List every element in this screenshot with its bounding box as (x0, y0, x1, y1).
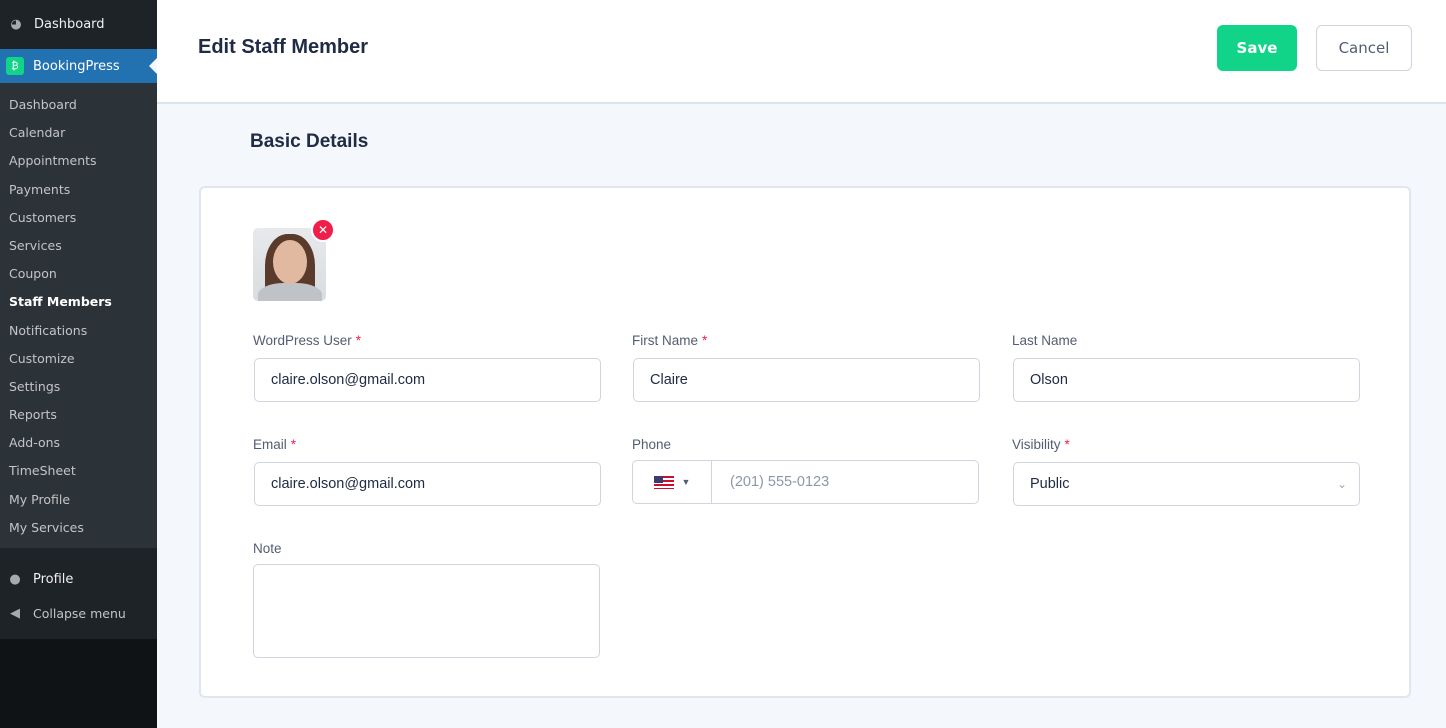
avatar-shoulders (258, 283, 322, 301)
collapse-menu-button[interactable]: ◀ Collapse menu (0, 596, 157, 630)
phone-field: ▼ (201) 555-0123 (632, 460, 979, 504)
submenu-item[interactable]: My Services (0, 514, 157, 542)
submenu-item-current[interactable]: Staff Members (0, 288, 157, 316)
last-name-input[interactable]: Olson (1013, 358, 1360, 402)
visibility-label: Visibility * (1012, 437, 1070, 452)
note-textarea[interactable] (253, 564, 600, 658)
save-button[interactable]: Save (1217, 25, 1297, 71)
submenu-item[interactable]: Add-ons (0, 429, 157, 457)
remove-avatar-icon[interactable]: ✕ (311, 218, 335, 242)
section-title: Basic Details (250, 131, 369, 152)
submenu-item[interactable]: Payments (0, 176, 157, 204)
note-label: Note (253, 541, 282, 556)
first-name-label: First Name * (632, 333, 708, 348)
submenu-item[interactable]: TimeSheet (0, 457, 157, 485)
submenu-item[interactable]: Dashboard (0, 91, 157, 119)
submenu-item[interactable]: Calendar (0, 119, 157, 147)
page-title: Edit Staff Member (198, 36, 369, 58)
country-code-select[interactable]: ▼ (633, 461, 712, 503)
sidebar-dashboard[interactable]: ◕ Dashboard (0, 0, 157, 49)
chevron-down-icon: ▼ (681, 477, 691, 487)
submenu-item[interactable]: My Profile (0, 486, 157, 514)
first-name-input[interactable]: Claire (633, 358, 980, 402)
email-label: Email * (253, 437, 297, 452)
phone-input[interactable]: (201) 555-0123 (712, 474, 829, 490)
collapse-arrow-icon: ◀ (10, 605, 20, 621)
cancel-button[interactable]: Cancel (1316, 25, 1412, 71)
visibility-value: Public (1030, 476, 1070, 492)
chevron-down-icon: ⌄ (1336, 477, 1347, 491)
phone-label: Phone (632, 437, 672, 452)
visibility-select[interactable]: Public ⌄ (1013, 462, 1360, 506)
us-flag-icon (653, 475, 674, 489)
dashboard-gauge-icon: ◕ (10, 17, 22, 32)
submenu-item[interactable]: Services (0, 232, 157, 260)
basic-details-card: ✕ WordPress User * claire.olson@gmail.com… (199, 186, 1411, 698)
wp-user-select[interactable]: claire.olson@gmail.com (254, 358, 601, 402)
submenu-item[interactable]: Notifications (0, 317, 157, 345)
submenu-item[interactable]: Coupon (0, 260, 157, 288)
submenu-item[interactable]: Customers (0, 204, 157, 232)
last-name-label: Last Name (1012, 333, 1078, 348)
page-header: Edit Staff Member Save Cancel (157, 0, 1446, 104)
email-input[interactable]: claire.olson@gmail.com (254, 462, 601, 506)
sidebar-bookingpress[interactable]: ₿ BookingPress (0, 49, 157, 83)
submenu-item[interactable]: Settings (0, 373, 157, 401)
bookingpress-icon: ₿ (6, 57, 24, 75)
submenu-item[interactable]: Appointments (0, 147, 157, 175)
wp-user-label: WordPress User * (253, 333, 362, 348)
submenu-item[interactable]: Customize (0, 345, 157, 373)
submenu-item[interactable]: Reports (0, 401, 157, 429)
user-icon: ● (9, 571, 21, 587)
avatar-face (273, 240, 307, 284)
admin-sidebar: ◕ Dashboard ₿ BookingPress Dashboard Calen… (0, 0, 157, 728)
sidebar-profile[interactable]: ● Profile (0, 562, 157, 596)
bookingpress-submenu: Dashboard Calendar Appointments Payments… (0, 83, 157, 548)
